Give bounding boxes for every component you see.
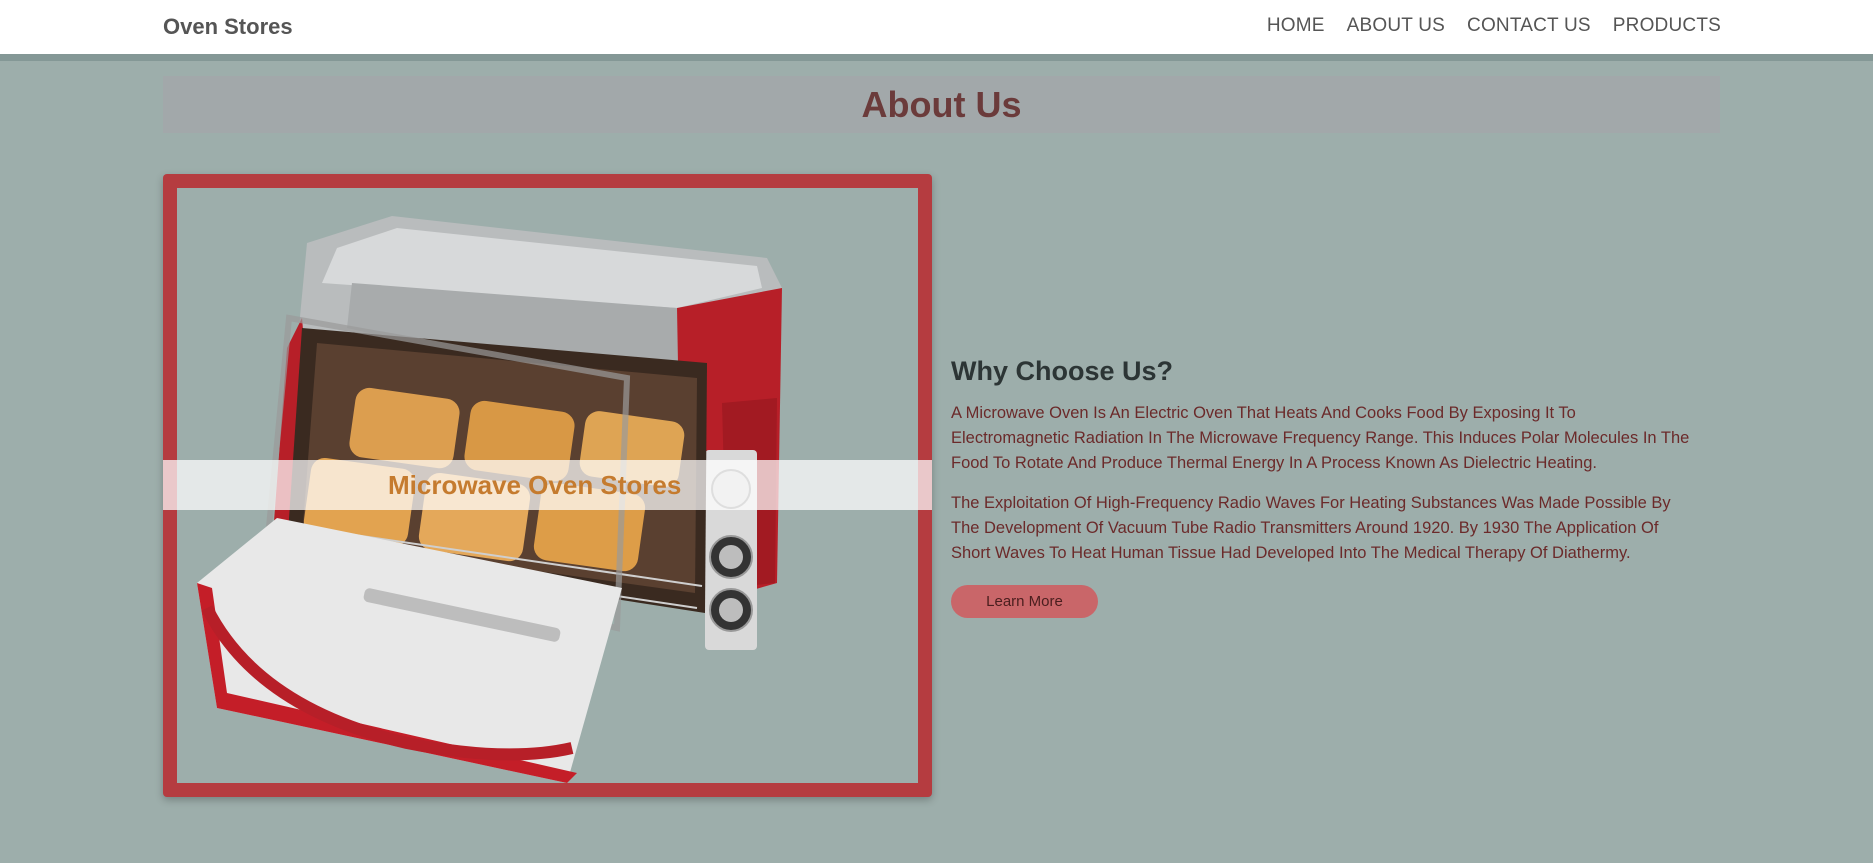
paragraph-2: The Exploitation Of High-Frequency Radio… [951, 494, 1671, 562]
nav-links: HOME ABOUT US CONTACT US PRODUCTS [1245, 15, 1721, 37]
image-caption: Microwave Oven Stores [388, 470, 682, 500]
nav-link-contact-us[interactable]: CONTACT US [1467, 15, 1591, 37]
section-heading: Why Choose Us? [951, 356, 1174, 386]
nav-link-products[interactable]: PRODUCTS [1613, 15, 1721, 37]
brand-logo[interactable]: Oven Stores [163, 14, 293, 40]
why-choose-us-section: Why Choose Us? A Microwave Oven Is An El… [951, 356, 1696, 618]
about-banner: About Us [163, 76, 1720, 133]
paragraph-1: A Microwave Oven Is An Electric Oven Tha… [951, 404, 1690, 472]
nav-link-home[interactable]: HOME [1267, 15, 1325, 37]
navbar: Oven Stores HOME ABOUT US CONTACT US PRO… [0, 0, 1873, 61]
nav-link-about-us[interactable]: ABOUT US [1347, 15, 1445, 37]
learn-more-button[interactable]: Learn More [951, 585, 1098, 618]
page-title: About Us [861, 83, 1022, 125]
image-caption-band: Microwave Oven Stores [163, 460, 932, 510]
